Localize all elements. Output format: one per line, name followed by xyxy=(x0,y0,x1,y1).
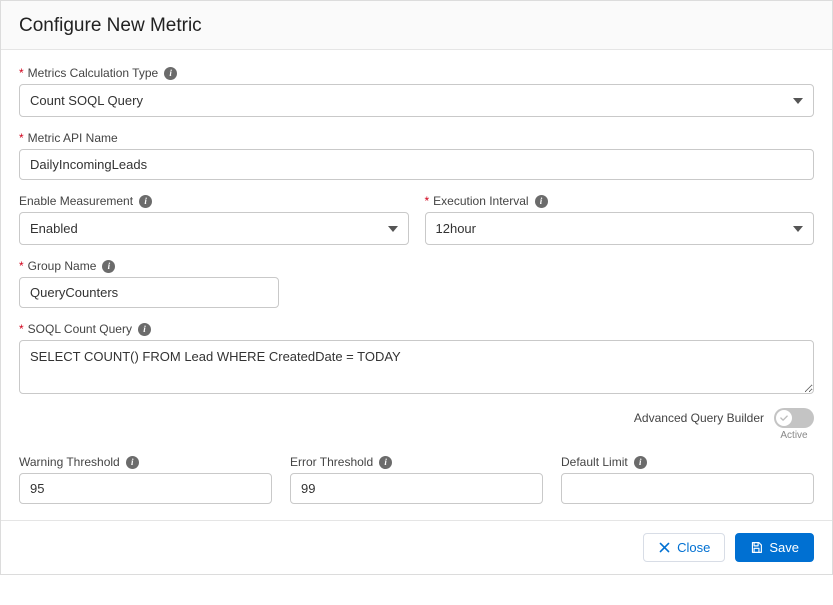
calc-type-select[interactable]: Count SOQL Query xyxy=(19,84,814,117)
label-text: Execution Interval xyxy=(433,194,528,208)
warning-threshold-input[interactable] xyxy=(19,473,272,504)
advanced-query-label: Advanced Query Builder xyxy=(634,408,764,425)
close-icon xyxy=(658,541,671,554)
api-name-input[interactable] xyxy=(19,149,814,180)
label-execution-interval: * Execution Interval i xyxy=(425,194,815,208)
info-icon[interactable]: i xyxy=(102,260,115,273)
required-star: * xyxy=(19,66,24,80)
info-icon[interactable]: i xyxy=(138,323,151,336)
info-icon[interactable]: i xyxy=(634,456,647,469)
field-enable-measurement: Enable Measurement i Enabled xyxy=(19,194,409,245)
label-error-threshold: Error Threshold i xyxy=(290,455,543,469)
required-star: * xyxy=(19,131,24,145)
field-api-name: * Metric API Name xyxy=(19,131,814,180)
button-label: Close xyxy=(677,540,710,555)
field-calc-type: * Metrics Calculation Type i Count SOQL … xyxy=(19,66,814,117)
label-text: Metrics Calculation Type xyxy=(28,66,159,80)
toggle-knob xyxy=(776,410,792,426)
label-text: Metric API Name xyxy=(28,131,118,145)
field-group-name: * Group Name i xyxy=(19,259,279,308)
dialog-body: * Metrics Calculation Type i Count SOQL … xyxy=(1,50,832,520)
label-text: Enable Measurement xyxy=(19,194,133,208)
label-text: Error Threshold xyxy=(290,455,373,469)
dialog-title: Configure New Metric xyxy=(19,15,814,37)
select-value: Enabled xyxy=(30,221,78,236)
close-button[interactable]: Close xyxy=(643,533,725,562)
info-icon[interactable]: i xyxy=(535,195,548,208)
info-icon[interactable]: i xyxy=(139,195,152,208)
required-star: * xyxy=(19,259,24,273)
advanced-query-row: Advanced Query Builder Active xyxy=(19,408,814,441)
info-icon[interactable]: i xyxy=(164,67,177,80)
label-soql-query: * SOQL Count Query i xyxy=(19,322,814,336)
toggle-state-label: Active xyxy=(780,430,807,441)
dialog-header: Configure New Metric xyxy=(1,1,832,50)
chevron-down-icon xyxy=(388,226,398,232)
check-icon xyxy=(779,413,789,423)
save-button[interactable]: Save xyxy=(735,533,814,562)
save-icon xyxy=(750,541,763,554)
label-enable-measurement: Enable Measurement i xyxy=(19,194,409,208)
default-limit-input[interactable] xyxy=(561,473,814,504)
group-name-input[interactable] xyxy=(19,277,279,308)
label-api-name: * Metric API Name xyxy=(19,131,814,145)
button-label: Save xyxy=(769,540,799,555)
chevron-down-icon xyxy=(793,98,803,104)
advanced-query-toggle-col: Active xyxy=(774,408,814,441)
label-calc-type: * Metrics Calculation Type i xyxy=(19,66,814,80)
field-error-threshold: Error Threshold i xyxy=(290,455,543,504)
field-soql-query: * SOQL Count Query i xyxy=(19,322,814,394)
label-text: SOQL Count Query xyxy=(28,322,132,336)
advanced-query-toggle[interactable] xyxy=(774,408,814,428)
soql-query-textarea[interactable] xyxy=(19,340,814,394)
label-group-name: * Group Name i xyxy=(19,259,279,273)
label-warning-threshold: Warning Threshold i xyxy=(19,455,272,469)
field-execution-interval: * Execution Interval i 12hour xyxy=(425,194,815,245)
info-icon[interactable]: i xyxy=(379,456,392,469)
configure-metric-dialog: Configure New Metric * Metrics Calculati… xyxy=(0,0,833,575)
label-text: Default Limit xyxy=(561,455,628,469)
execution-interval-select[interactable]: 12hour xyxy=(425,212,815,245)
info-icon[interactable]: i xyxy=(126,456,139,469)
label-default-limit: Default Limit i xyxy=(561,455,814,469)
label-text: Warning Threshold xyxy=(19,455,120,469)
select-value: Count SOQL Query xyxy=(30,93,143,108)
required-star: * xyxy=(425,194,430,208)
chevron-down-icon xyxy=(793,226,803,232)
label-text: Group Name xyxy=(28,259,97,273)
required-star: * xyxy=(19,322,24,336)
dialog-footer: Close Save xyxy=(1,520,832,574)
enable-measurement-select[interactable]: Enabled xyxy=(19,212,409,245)
field-warning-threshold: Warning Threshold i xyxy=(19,455,272,504)
error-threshold-input[interactable] xyxy=(290,473,543,504)
field-default-limit: Default Limit i xyxy=(561,455,814,504)
select-value: 12hour xyxy=(436,221,476,236)
